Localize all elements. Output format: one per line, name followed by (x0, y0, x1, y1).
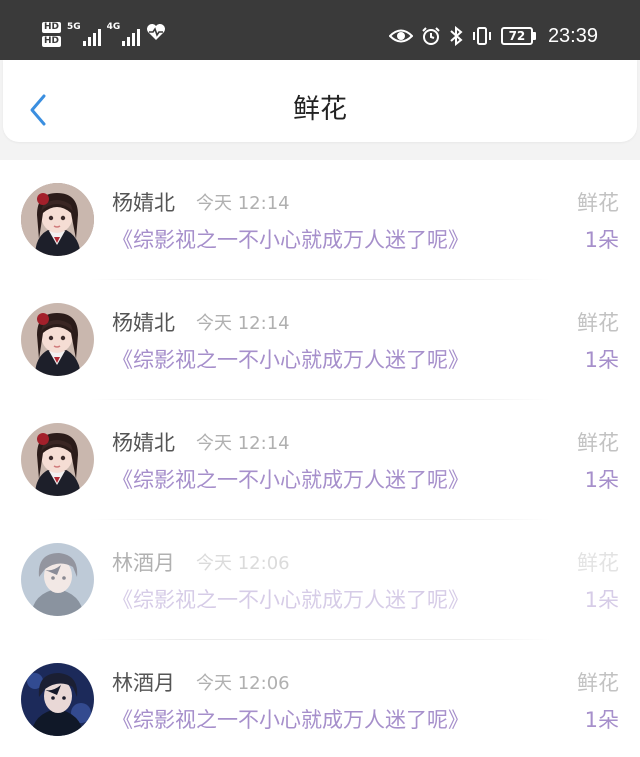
heart-rate-icon (146, 23, 166, 45)
user-name: 杨婧北 (112, 191, 175, 215)
book-title-link[interactable]: 《综影视之一不小心就成万人迷了呢》 (112, 706, 469, 734)
list-item[interactable]: 林酒月 今天 12:06 鲜花 《综影视之一不小心就成万人迷了呢》 1朵 (0, 520, 640, 640)
list-item[interactable]: 杨婧北 今天 12:14 鲜花 《综影视之一不小心就成万人迷了呢》 1朵 (0, 160, 640, 280)
signal-bars-icon (82, 28, 101, 46)
battery-icon: 72 (500, 27, 536, 45)
timestamp: 今天 12:14 (196, 433, 290, 454)
gift-count: 1朵 (584, 348, 619, 372)
timestamp: 今天 12:06 (196, 673, 290, 694)
boy-avatar-icon[interactable] (21, 663, 94, 736)
girl-avatar-icon[interactable] (21, 303, 94, 376)
gift-count: 1朵 (584, 468, 619, 492)
gift-type-label: 鲜花 (577, 311, 619, 335)
status-clock: 23:39 (547, 24, 598, 47)
book-title-link[interactable]: 《综影视之一不小心就成万人迷了呢》 (112, 586, 469, 614)
book-title-link[interactable]: 《综影视之一不小心就成万人迷了呢》 (112, 466, 469, 494)
user-name: 林酒月 (112, 671, 175, 695)
status-bar-left: HD HD 5G 4G (42, 16, 166, 52)
flower-record-list: 杨婧北 今天 12:14 鲜花 《综影视之一不小心就成万人迷了呢》 1朵 杨婧北… (0, 160, 640, 757)
signal-bars-icon (122, 28, 141, 46)
list-item[interactable]: 杨婧北 今天 12:14 鲜花 《综影视之一不小心就成万人迷了呢》 1朵 (0, 280, 640, 400)
bluetooth-icon (449, 26, 463, 46)
boy-avatar-icon[interactable] (21, 543, 94, 616)
girl-avatar-icon[interactable] (21, 183, 94, 256)
gift-type-label: 鲜花 (577, 191, 619, 215)
network-type-label: 4G (106, 22, 121, 32)
book-title-link[interactable]: 《综影视之一不小心就成万人迷了呢》 (112, 346, 469, 374)
gift-count: 1朵 (584, 708, 619, 732)
girl-avatar-icon[interactable] (21, 423, 94, 496)
timestamp: 今天 12:06 (196, 553, 290, 574)
list-item[interactable]: 林酒月 今天 12:06 鲜花 《综影视之一不小心就成万人迷了呢》 1朵 (0, 640, 640, 757)
page-title: 鲜花 (293, 94, 347, 125)
battery-level: 72 (500, 27, 533, 45)
signal-5g: 5G (67, 22, 101, 46)
gift-type-label: 鲜花 (577, 551, 619, 575)
status-bar: HD HD 5G 4G 72 23:39 (0, 0, 640, 60)
gift-count: 1朵 (584, 228, 619, 252)
status-bar-right: 72 23:39 (388, 18, 598, 54)
network-type-label: 5G (67, 22, 81, 32)
gift-type-label: 鲜花 (577, 671, 619, 695)
user-name: 杨婧北 (112, 431, 175, 455)
signal-4g: 4G (107, 22, 141, 46)
list-item[interactable]: 杨婧北 今天 12:14 鲜花 《综影视之一不小心就成万人迷了呢》 1朵 (0, 400, 640, 520)
user-name: 林酒月 (112, 551, 175, 575)
vibrate-icon (471, 26, 493, 46)
alarm-icon (421, 26, 441, 46)
timestamp: 今天 12:14 (196, 313, 290, 334)
hd-badge-2: HD (42, 35, 62, 47)
hd-indicators: HD HD (42, 21, 62, 47)
gift-count: 1朵 (584, 588, 619, 612)
eye-icon (388, 27, 413, 45)
nav-header: 鲜花 (3, 60, 637, 142)
gift-type-label: 鲜花 (577, 431, 619, 455)
book-title-link[interactable]: 《综影视之一不小心就成万人迷了呢》 (112, 226, 469, 254)
timestamp: 今天 12:14 (196, 193, 290, 214)
user-name: 杨婧北 (112, 311, 175, 335)
hd-badge-1: HD (42, 21, 62, 33)
